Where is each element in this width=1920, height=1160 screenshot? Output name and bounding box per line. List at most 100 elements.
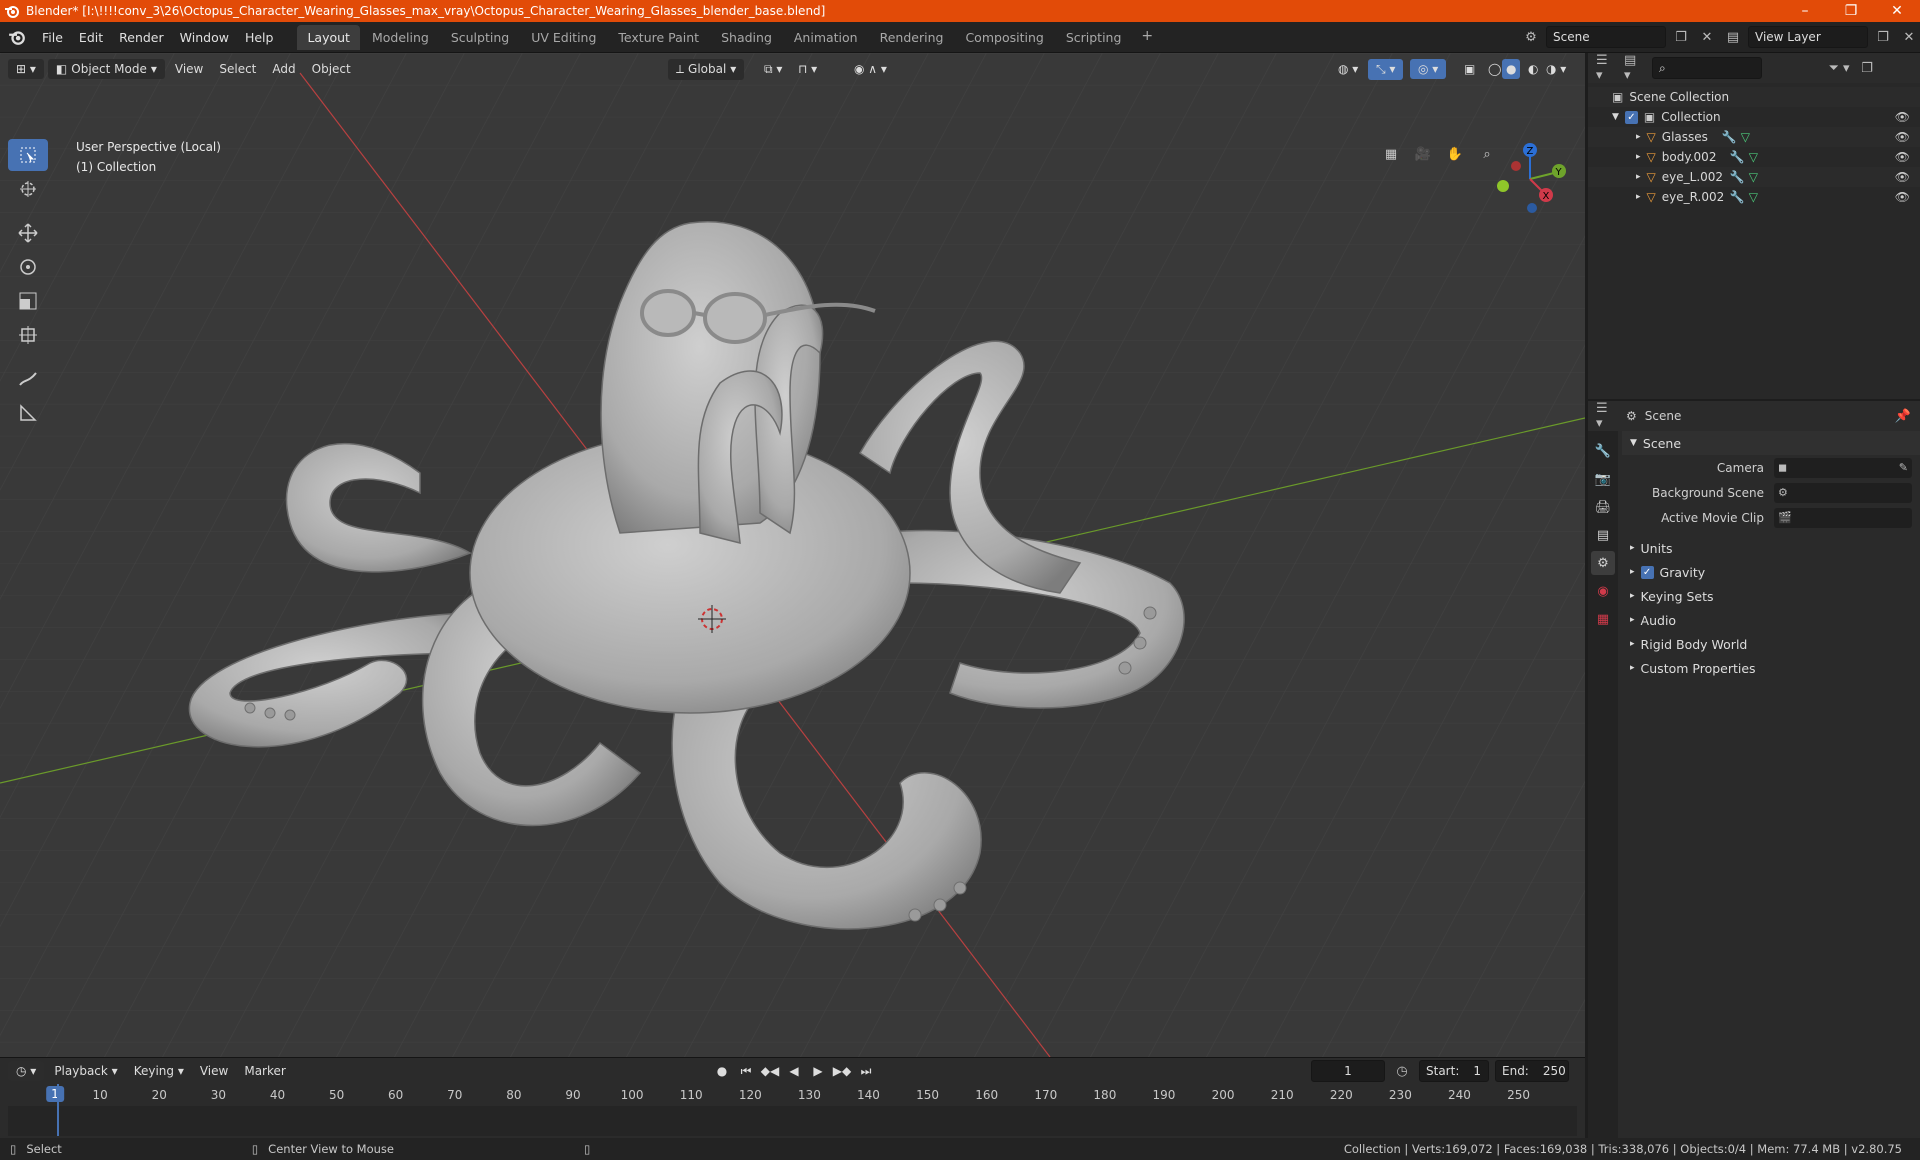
solid-shading-icon[interactable]: ● — [1502, 59, 1521, 79]
keying-sets-panel-header[interactable]: ▸ Keying Sets — [1622, 584, 1920, 608]
current-frame-indicator[interactable]: 1 — [46, 1086, 64, 1102]
gizmo-neg-x[interactable] — [1511, 161, 1521, 171]
start-frame-field[interactable]: Start: 1 — [1419, 1060, 1489, 1082]
properties-editor-icon[interactable]: ☰ ▾ — [1596, 401, 1618, 431]
maximize-button[interactable]: ❐ — [1828, 0, 1874, 22]
preview-range-icon[interactable]: ◷ — [1391, 1060, 1413, 1082]
menu-select[interactable]: Select — [213, 59, 262, 79]
tab-modeling[interactable]: Modeling — [362, 25, 439, 50]
visibility-icon[interactable]: ◍ ▾ — [1332, 59, 1364, 79]
texture-tab-icon[interactable]: ▦ — [1591, 607, 1615, 631]
close-button[interactable]: ✕ — [1874, 0, 1920, 22]
scene-field[interactable]: Scene — [1546, 26, 1666, 48]
tab-shading[interactable]: Shading — [711, 25, 782, 50]
jump-start-icon[interactable]: ⏮ — [736, 1061, 756, 1081]
annotate-tool[interactable] — [8, 363, 48, 395]
menu-window[interactable]: Window — [172, 27, 237, 48]
jump-end-icon[interactable]: ⏭ — [856, 1061, 876, 1081]
proportional-edit-icon[interactable]: ◉ ∧ ▾ — [848, 59, 893, 79]
audio-panel-header[interactable]: ▸ Audio — [1622, 608, 1920, 632]
gravity-panel-header[interactable]: ▸ ✓ Gravity — [1622, 560, 1920, 584]
prev-keyframe-icon[interactable]: ◆◀ — [760, 1061, 780, 1081]
tab-rendering[interactable]: Rendering — [870, 25, 954, 50]
cursor-tool[interactable] — [8, 173, 48, 205]
outliner-item-glasses[interactable]: ▸ ▽ Glasses 🔧 ▽ 👁 — [1588, 127, 1920, 147]
eyedropper-icon[interactable]: ✎ — [1899, 461, 1908, 474]
camera-field[interactable]: ◼ ✎ — [1774, 457, 1912, 478]
eye-icon[interactable]: 👁 — [1895, 110, 1910, 124]
custom-properties-panel-header[interactable]: ▸ Custom Properties — [1622, 656, 1920, 680]
menu-view[interactable]: View — [169, 59, 209, 79]
tab-layout[interactable]: Layout — [297, 24, 360, 50]
minimize-button[interactable]: – — [1782, 0, 1828, 22]
scene-panel-header[interactable]: ▼ Scene — [1622, 431, 1920, 455]
world-tab-icon[interactable]: ◉ — [1591, 579, 1615, 603]
timeline-editor-icon[interactable]: ◷ ▾ — [8, 1061, 45, 1081]
outliner-item-body[interactable]: ▸ ▽ body.002 🔧 ▽ 👁 — [1588, 147, 1920, 167]
menu-object[interactable]: Object — [306, 59, 357, 79]
pan-hand-icon[interactable]: ✋ — [1442, 141, 1468, 167]
expand-arrow-icon[interactable]: ▸ — [1636, 132, 1641, 142]
output-tab-icon[interactable]: 🖨 — [1591, 495, 1615, 519]
gizmo-neg-z[interactable] — [1527, 203, 1537, 213]
play-icon[interactable]: ▶ — [808, 1061, 828, 1081]
grid-view-icon[interactable]: ▦ — [1378, 141, 1404, 167]
gizmo-neg-y[interactable] — [1497, 180, 1509, 192]
overlay-toggle-icon[interactable]: ◎ ▾ — [1410, 59, 1447, 79]
eye-icon[interactable]: 👁 — [1895, 130, 1910, 144]
expand-arrow-icon[interactable]: ▼ — [1612, 112, 1619, 122]
outliner-search-input[interactable]: ⌕ — [1652, 57, 1762, 79]
transform-tool[interactable] — [8, 319, 48, 351]
rotate-tool[interactable] — [8, 251, 48, 283]
menu-timeline-view[interactable]: View — [194, 1061, 234, 1081]
orientation-dropdown[interactable]: ⟂ Global ▾ — [668, 58, 745, 80]
tab-uv-editing[interactable]: UV Editing — [521, 25, 606, 50]
new-collection-icon[interactable]: ❐ — [1856, 57, 1878, 79]
view-layer-tab-icon[interactable]: ▤ — [1591, 523, 1615, 547]
tab-texture-paint[interactable]: Texture Paint — [608, 25, 709, 50]
menu-render[interactable]: Render — [111, 27, 172, 48]
rendered-shading-icon[interactable]: ◑ ▾ — [1540, 59, 1572, 79]
menu-edit[interactable]: Edit — [71, 27, 111, 48]
mode-dropdown[interactable]: ◧ Object Mode ▾ — [47, 59, 165, 79]
expand-arrow-icon[interactable]: ▸ — [1636, 152, 1641, 162]
scene-collection-row[interactable]: ▣ Scene Collection — [1588, 87, 1920, 107]
tool-tab-icon[interactable]: 🔧 — [1591, 439, 1615, 463]
view-layer-icon[interactable]: ▤ — [1722, 26, 1744, 48]
menu-marker[interactable]: Marker — [238, 1061, 291, 1081]
move-tool[interactable] — [8, 217, 48, 249]
eye-icon[interactable]: 👁 — [1895, 190, 1910, 204]
expand-arrow-icon[interactable]: ▸ — [1636, 192, 1641, 202]
menu-help[interactable]: Help — [237, 27, 282, 48]
filter-icon[interactable]: ⏷ ▾ — [1828, 57, 1850, 79]
new-view-layer-icon[interactable]: ❐ — [1872, 26, 1894, 48]
tab-scripting[interactable]: Scripting — [1056, 25, 1132, 50]
playhead[interactable] — [57, 1084, 59, 1136]
outliner-item-eye-r[interactable]: ▸ ▽ eye_R.002 🔧 ▽ 👁 — [1588, 187, 1920, 207]
measure-tool[interactable] — [8, 397, 48, 429]
view-layer-field[interactable]: View Layer — [1748, 26, 1868, 48]
collection-checkbox[interactable]: ✓ — [1624, 110, 1638, 124]
tab-sculpting[interactable]: Sculpting — [441, 25, 519, 50]
next-keyframe-icon[interactable]: ▶◆ — [832, 1061, 852, 1081]
units-panel-header[interactable]: ▸ Units — [1622, 536, 1920, 560]
menu-keying[interactable]: Keying ▾ — [128, 1061, 190, 1081]
active-movie-clip-field[interactable]: 🎬 — [1774, 507, 1912, 528]
editor-type-button[interactable]: ⊞ ▾ — [8, 59, 44, 79]
timeline-ruler[interactable]: 1 10 20 30 40 50 60 70 80 90 100 110 120 130 140 150 160… — [8, 1084, 1585, 1106]
eye-icon[interactable]: 👁 — [1895, 150, 1910, 164]
camera-view-icon[interactable]: 🎥 — [1410, 141, 1436, 167]
collection-row[interactable]: ▼ ✓ ▣ Collection 👁 — [1588, 107, 1920, 127]
expand-arrow-icon[interactable]: ▸ — [1636, 172, 1641, 182]
menu-file[interactable]: File — [34, 27, 71, 48]
pivot-icon[interactable]: ⧉ ▾ — [758, 59, 788, 80]
menu-add[interactable]: Add — [266, 59, 301, 79]
xray-icon[interactable]: ▣ — [1458, 59, 1481, 79]
tab-animation[interactable]: Animation — [784, 25, 868, 50]
current-frame-field[interactable]: 1 — [1311, 1060, 1385, 1082]
end-frame-field[interactable]: End: 250 — [1495, 1060, 1569, 1082]
eye-icon[interactable]: 👁 — [1895, 170, 1910, 184]
rigid-body-world-panel-header[interactable]: ▸ Rigid Body World — [1622, 632, 1920, 656]
background-scene-field[interactable]: ⚙ — [1774, 482, 1912, 503]
blender-menu-icon[interactable] — [8, 28, 26, 46]
